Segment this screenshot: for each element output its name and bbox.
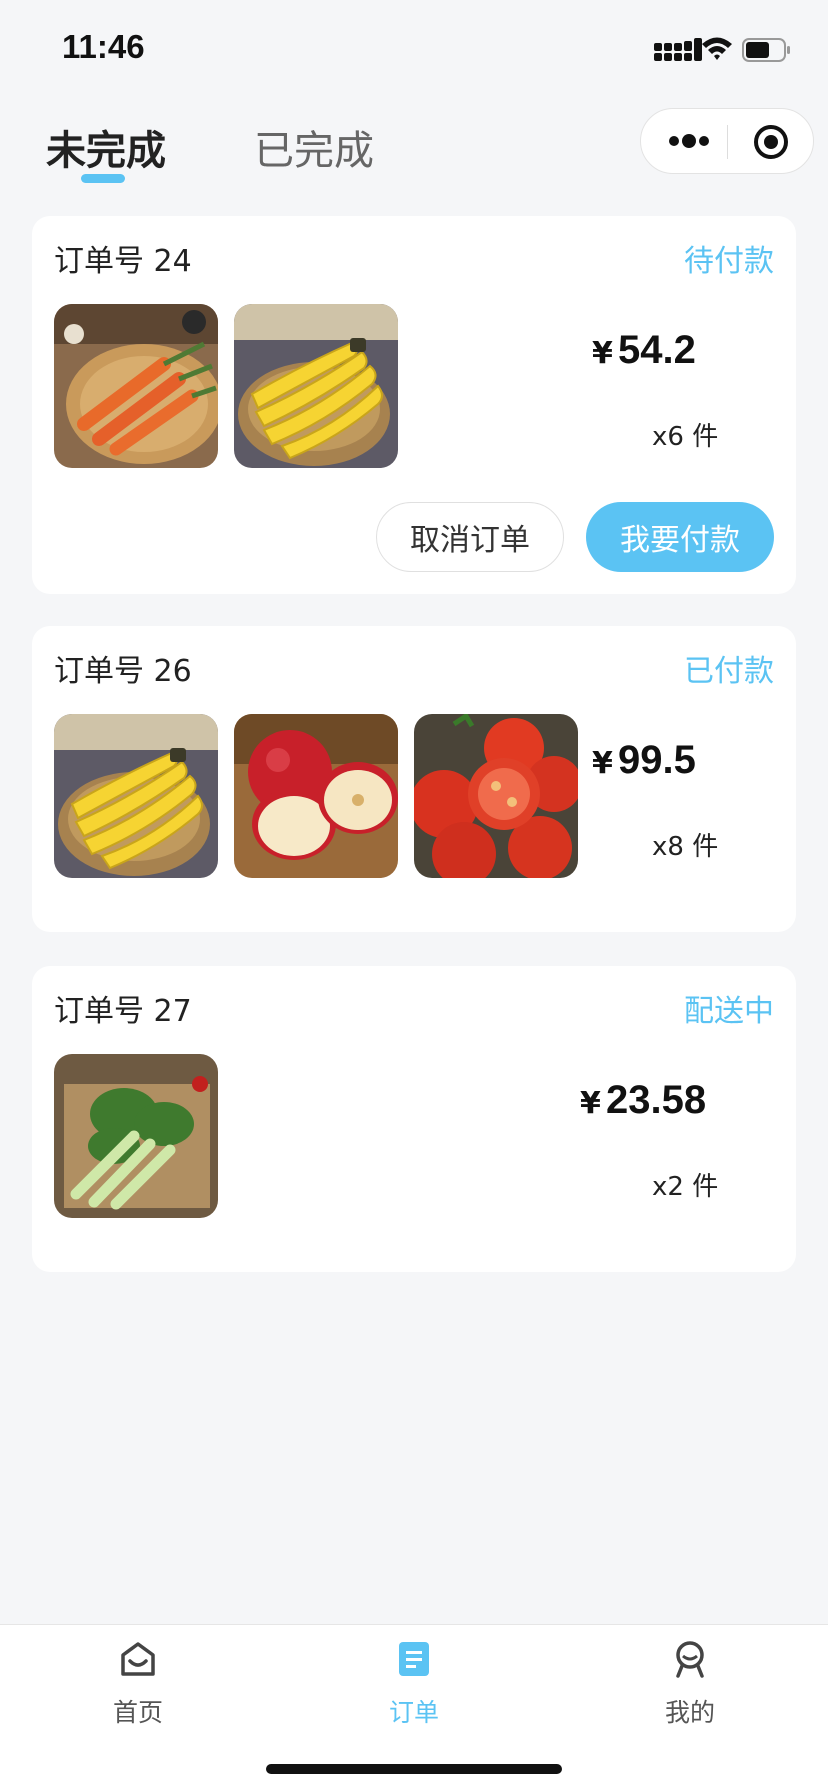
pay-now-button[interactable]: 我要付款 [586,502,774,572]
cancel-order-button[interactable]: 取消订单 [376,502,564,572]
nav-item-profile[interactable]: 我的 [620,1639,760,1729]
order-status: 配送中 [684,994,774,1029]
order-number: 订单号 24 [54,244,192,279]
item-count: x8 件 [652,832,719,862]
nav-item-home[interactable]: 首页 [68,1639,208,1729]
mini-program-capsule [640,108,814,174]
order-number: 订单号 26 [54,654,192,689]
order-card[interactable]: 订单号 26 已付款 ¥ 99.5 x8 件 [32,626,796,932]
order-number: 订单号 27 [54,994,192,1029]
home-indicator [266,1764,562,1774]
product-image-banana[interactable] [54,714,218,878]
wifi-icon [702,37,732,60]
orders-screen: 11:46 未完成 已完成 订单号 24 待付款 ¥ 54.2 x6 件 取消订… [0,0,828,1792]
order-status: 待付款 [684,244,774,279]
order-status: 已付款 [684,654,774,689]
tab-incomplete[interactable]: 未完成 [46,118,166,176]
price-amount: 54.2 [617,328,696,372]
nav-item-orders[interactable]: 订单 [344,1639,484,1729]
order-card[interactable]: 订单号 24 待付款 ¥ 54.2 x6 件 取消订单 我要付款 [32,216,796,594]
nav-label-profile: 我的 [664,1698,715,1727]
nav-label-orders: 订单 [388,1698,439,1727]
more-dots-icon[interactable] [667,129,711,153]
currency-symbol: ¥ [580,1086,601,1121]
order-price: ¥ 23.58 [580,1078,828,1123]
currency-symbol: ¥ [592,746,613,781]
order-icon [399,1642,429,1676]
nav-label-home: 首页 [112,1698,163,1727]
order-price: ¥ 54.2 [592,328,828,373]
item-count: x6 件 [652,422,719,452]
close-target-icon[interactable] [753,124,789,160]
price-amount: 23.58 [605,1078,707,1122]
product-image-bok-choy[interactable] [54,1054,218,1218]
cellular-signal-icon [654,38,702,61]
battery-icon [742,38,790,62]
status-bar: 11:46 [0,0,828,98]
capsule-divider [727,125,728,159]
profile-icon [676,1641,704,1678]
tab-completed[interactable]: 已完成 [254,118,374,176]
product-image-tomato[interactable] [414,714,578,878]
active-tab-indicator [81,174,125,183]
order-card[interactable]: 订单号 27 配送中 ¥ 23.58 x2 件 [32,966,796,1272]
item-count: x2 件 [652,1172,719,1202]
product-image-apple[interactable] [234,714,398,878]
product-image-carrot[interactable] [54,304,218,468]
price-amount: 99.5 [617,738,696,782]
home-icon [121,1642,155,1676]
currency-symbol: ¥ [592,336,613,371]
order-price: ¥ 99.5 [592,738,828,783]
status-time: 11:46 [62,28,145,65]
product-image-banana[interactable] [234,304,398,468]
